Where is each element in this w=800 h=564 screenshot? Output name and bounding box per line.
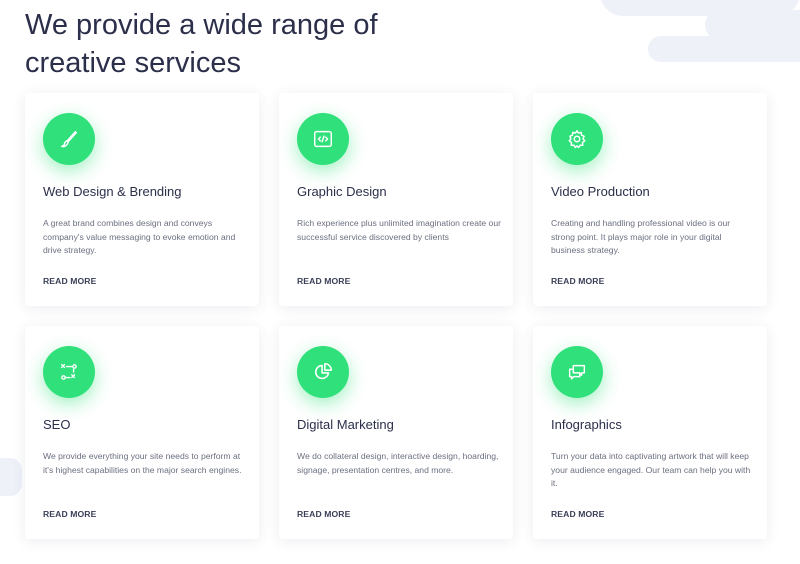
card-description: We do collateral design, interactive des… xyxy=(297,451,499,475)
section-heading: We provide a wide range of creative serv… xyxy=(25,9,378,79)
card-description: We provide everything your site needs to… xyxy=(43,451,242,475)
read-more-link[interactable]: READ MORE xyxy=(297,509,350,519)
card-title: Graphic Design xyxy=(297,184,387,199)
service-card-video-production: Video Production Creating and handling p… xyxy=(533,93,767,306)
decorative-cloud xyxy=(648,36,800,62)
card-description: A great brand combines design and convey… xyxy=(43,218,236,255)
card-description: Rich experience plus unlimited imaginati… xyxy=(297,218,501,242)
service-card-infographics: Infographics Turn your data into captiva… xyxy=(533,326,767,539)
pie-chart-icon xyxy=(297,346,349,398)
service-card-web-design: Web Design & Brending A great brand comb… xyxy=(25,93,259,306)
card-description: Turn your data into captivating artwork … xyxy=(551,451,751,488)
card-title: Video Production xyxy=(551,184,650,199)
code-icon xyxy=(297,113,349,165)
strategy-icon xyxy=(43,346,95,398)
card-description: Creating and handling professional video… xyxy=(551,218,731,255)
gear-icon xyxy=(551,113,603,165)
service-card-graphic-design: Graphic Design Rich experience plus unli… xyxy=(279,93,513,306)
card-title: Digital Marketing xyxy=(297,417,394,432)
decorative-shape xyxy=(0,458,22,496)
chat-icon xyxy=(551,346,603,398)
read-more-link[interactable]: READ MORE xyxy=(43,276,96,286)
card-title: Infographics xyxy=(551,417,622,432)
card-title: SEO xyxy=(43,417,71,432)
services-grid: Web Design & Brending A great brand comb… xyxy=(25,93,767,539)
service-card-seo: SEO We provide everything your site need… xyxy=(25,326,259,539)
read-more-link[interactable]: READ MORE xyxy=(551,509,604,519)
brush-icon xyxy=(43,113,95,165)
service-card-digital-marketing: Digital Marketing We do collateral desig… xyxy=(279,326,513,539)
read-more-link[interactable]: READ MORE xyxy=(297,276,350,286)
read-more-link[interactable]: READ MORE xyxy=(43,509,96,519)
read-more-link[interactable]: READ MORE xyxy=(551,276,604,286)
card-title: Web Design & Brending xyxy=(43,184,182,199)
